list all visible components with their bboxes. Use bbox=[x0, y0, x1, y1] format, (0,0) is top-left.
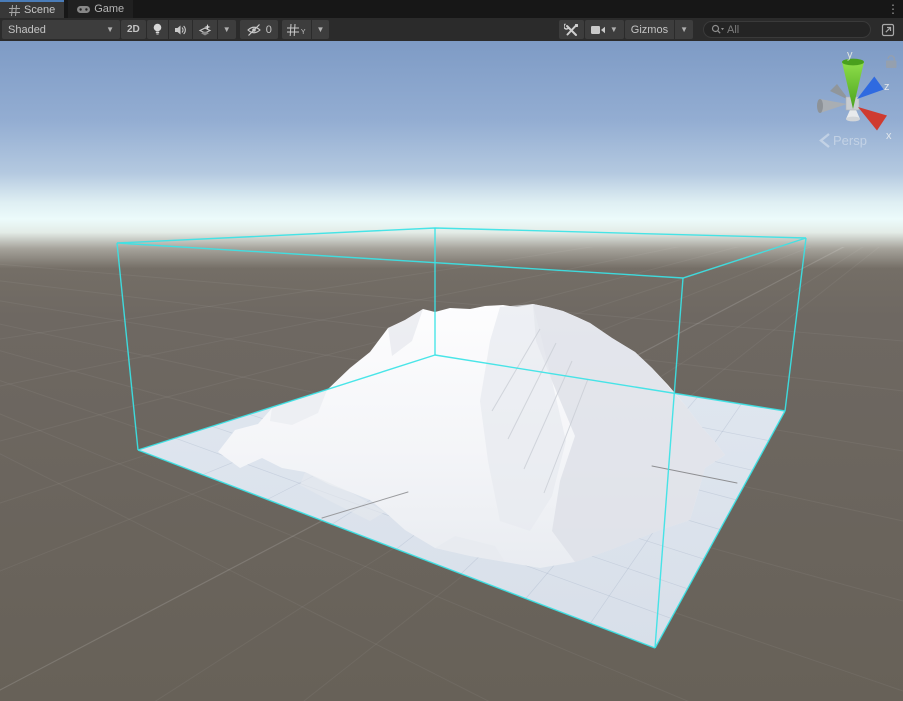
tab-game[interactable]: Game bbox=[68, 0, 133, 18]
scene-grid-icon bbox=[9, 5, 20, 16]
grid-axis-label: Y bbox=[301, 29, 306, 36]
camera-settings-button[interactable]: ▼ bbox=[585, 20, 624, 39]
scene-view-toggles: ▼ bbox=[147, 20, 236, 39]
hidden-objects-toggle[interactable]: 0 bbox=[240, 20, 278, 39]
search-value: All bbox=[727, 24, 739, 36]
chevron-down-icon: ▼ bbox=[223, 26, 231, 34]
gamepad-icon bbox=[77, 5, 90, 14]
camera-icon bbox=[591, 25, 606, 35]
chevron-down-icon: ▼ bbox=[106, 26, 114, 34]
hidden-objects-count: 0 bbox=[266, 24, 272, 36]
tools-wrench-icon bbox=[564, 23, 579, 37]
axis-y-label: y bbox=[847, 49, 853, 61]
tab-game-label: Game bbox=[94, 3, 124, 15]
popout-window-icon bbox=[881, 23, 895, 37]
gizmos-dropdown-arrow[interactable]: ▼ bbox=[675, 20, 693, 39]
projection-label: Persp bbox=[833, 133, 867, 148]
speaker-icon bbox=[174, 24, 187, 36]
audio-toggle-button[interactable] bbox=[169, 20, 193, 39]
axis-x-label: x bbox=[886, 130, 892, 142]
lighting-toggle-button[interactable] bbox=[147, 20, 169, 39]
tabbar-spacer bbox=[133, 0, 883, 18]
scene-toolbar: Shaded ▼ 2D bbox=[0, 18, 903, 41]
draw-mode-label: Shaded bbox=[8, 24, 46, 36]
grid-dropdown-button[interactable]: ▼ bbox=[312, 20, 330, 39]
gizmos-group: Gizmos ▼ bbox=[625, 20, 693, 39]
maximize-view-button[interactable] bbox=[881, 23, 895, 37]
tab-options-kebab-icon[interactable]: ⋮ bbox=[883, 0, 903, 18]
tab-scene[interactable]: Scene bbox=[0, 0, 64, 18]
eye-off-icon bbox=[246, 24, 262, 36]
search-icon bbox=[711, 24, 724, 35]
scene-search-field[interactable]: All bbox=[703, 21, 871, 38]
unity-scene-window: Scene Game ⋮ Shaded ▼ 2D bbox=[0, 0, 903, 701]
grid-visibility-group: Y ▼ bbox=[282, 20, 330, 39]
view-tabbar: Scene Game ⋮ bbox=[0, 0, 903, 18]
chevron-down-icon: ▼ bbox=[610, 26, 618, 34]
2d-toggle-button[interactable]: 2D bbox=[121, 20, 146, 39]
chevron-down-icon: ▼ bbox=[680, 26, 688, 34]
draw-mode-dropdown[interactable]: Shaded ▼ bbox=[2, 20, 120, 39]
gizmos-dropdown[interactable]: Gizmos bbox=[625, 20, 675, 39]
grid-icon bbox=[287, 24, 299, 36]
gizmos-label: Gizmos bbox=[631, 24, 668, 36]
2d-toggle-label: 2D bbox=[127, 24, 140, 35]
chevron-down-icon: ▼ bbox=[317, 26, 325, 34]
component-tools-button[interactable] bbox=[559, 20, 584, 39]
effects-toggle-button[interactable] bbox=[193, 20, 218, 39]
lightbulb-icon bbox=[152, 23, 163, 36]
effects-dropdown-button[interactable]: ▼ bbox=[218, 20, 236, 39]
effects-icon bbox=[198, 24, 212, 36]
tab-scene-label: Scene bbox=[24, 4, 55, 16]
scene-viewport[interactable]: y z x Persp bbox=[0, 41, 903, 701]
axis-z-label: z bbox=[884, 81, 890, 93]
grid-visibility-toggle[interactable]: Y bbox=[282, 20, 312, 39]
